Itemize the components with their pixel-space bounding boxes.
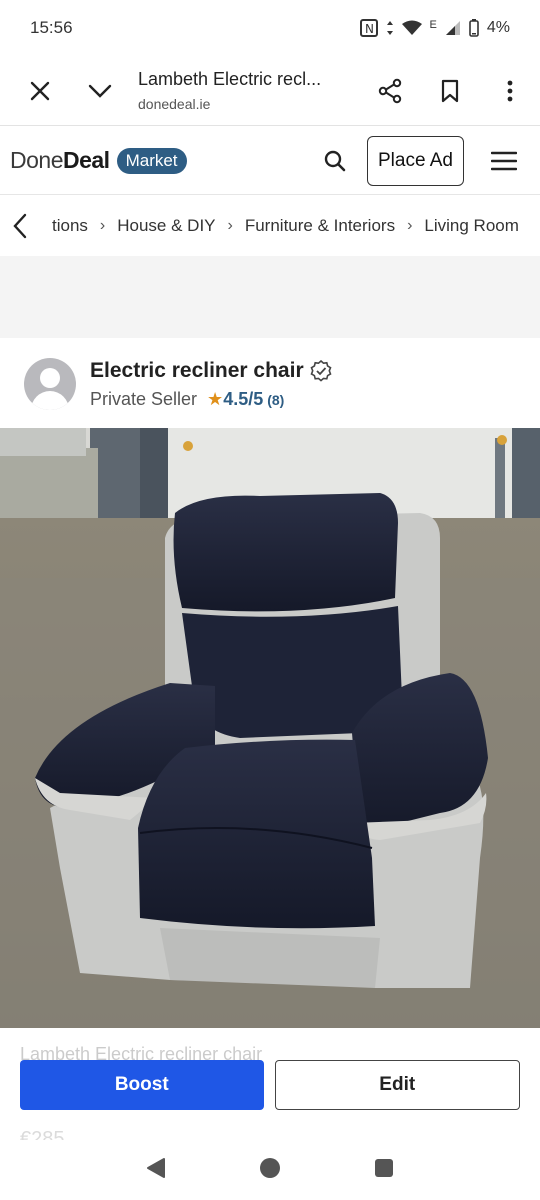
breadcrumb-item[interactable]: House & DIY xyxy=(117,216,215,236)
svg-text:N: N xyxy=(365,22,374,36)
listing-header: Electric recliner chair Private Seller ★… xyxy=(0,340,540,428)
breadcrumb-back-button[interactable] xyxy=(0,196,40,256)
breadcrumb-item[interactable]: tions xyxy=(52,216,88,236)
breadcrumb-items: tions › House & DIY › Furniture & Interi… xyxy=(40,216,519,236)
page-domain: donedeal.ie xyxy=(138,96,211,112)
chevron-right-icon: › xyxy=(407,217,413,234)
listing-photo[interactable] xyxy=(0,428,540,1028)
seller-info: Electric recliner chair Private Seller ★… xyxy=(90,359,332,410)
share-icon xyxy=(378,78,402,103)
place-ad-button[interactable]: Place Ad xyxy=(367,135,464,186)
status-bar: 15:56 N E 4% xyxy=(0,0,540,56)
battery-icon xyxy=(469,19,479,37)
home-circle-icon xyxy=(259,1157,280,1178)
edit-button[interactable]: Edit xyxy=(274,1060,520,1110)
signal-icon xyxy=(445,21,460,35)
browser-toolbar: Lambeth Electric recl... donedeal.ie xyxy=(0,56,540,126)
chevron-right-icon: › xyxy=(99,217,106,234)
chevron-left-icon xyxy=(13,213,27,239)
battery-percent: 4% xyxy=(486,19,510,36)
page-title: Lambeth Electric recl... xyxy=(138,69,322,89)
breadcrumb-item[interactable]: Living Room xyxy=(424,216,519,236)
nfc-icon: N xyxy=(359,19,378,37)
breadcrumb-item[interactable]: Furniture & Interiors xyxy=(245,216,395,236)
seller-row: Private Seller ★4.5/5 (8) xyxy=(90,389,332,410)
nav-recents-button[interactable] xyxy=(374,1158,394,1183)
nav-back-button[interactable] xyxy=(146,1157,166,1184)
network-type: E xyxy=(429,19,437,31)
more-options-button[interactable] xyxy=(480,61,540,121)
status-icons: N E 4% xyxy=(359,19,510,37)
status-time: 15:56 xyxy=(30,18,73,37)
search-button[interactable] xyxy=(311,137,359,185)
market-badge: Market xyxy=(116,147,187,174)
search-icon xyxy=(324,150,346,171)
avatar[interactable] xyxy=(24,358,76,410)
wifi-icon xyxy=(401,20,422,35)
share-button[interactable] xyxy=(360,61,420,121)
bookmark-icon xyxy=(441,79,459,102)
star-icon: ★ xyxy=(207,388,224,409)
collapse-button[interactable] xyxy=(70,61,130,121)
ad-title-row: Electric recliner chair xyxy=(90,359,332,383)
bookmark-button[interactable] xyxy=(420,61,480,121)
close-icon xyxy=(30,81,50,100)
nav-home-button[interactable] xyxy=(259,1157,281,1184)
verified-icon xyxy=(310,359,332,382)
seller-type: Private Seller xyxy=(90,388,198,409)
vibrate-icon xyxy=(386,21,393,35)
page-title-block[interactable]: Lambeth Electric recl... donedeal.ie xyxy=(130,69,360,112)
seller-rating[interactable]: ★4.5/5 (8) xyxy=(207,389,284,410)
site-header: Done Deal Market Place Ad xyxy=(0,127,540,195)
chevron-down-icon xyxy=(88,84,112,98)
close-tab-button[interactable] xyxy=(10,61,70,121)
back-triangle-icon xyxy=(147,1157,166,1178)
logo-deal: Deal xyxy=(62,147,110,173)
rating-value: 4.5/5 xyxy=(223,388,264,409)
breadcrumb: tions › House & DIY › Furniture & Interi… xyxy=(0,196,540,256)
logo-done: Done xyxy=(10,147,63,173)
donedeal-logo[interactable]: Done Deal Market xyxy=(10,147,187,174)
action-bar: Boost Edit xyxy=(20,1060,520,1110)
rating-count: (8) xyxy=(267,391,285,408)
ad-banner-area xyxy=(0,256,540,338)
menu-button[interactable] xyxy=(478,137,530,185)
hamburger-icon xyxy=(491,151,517,170)
chair-photo-image xyxy=(0,428,540,1028)
more-vert-icon xyxy=(507,80,513,101)
boost-button[interactable]: Boost xyxy=(20,1060,264,1110)
chevron-right-icon: › xyxy=(227,217,233,234)
system-nav-bar xyxy=(0,1140,540,1200)
recents-square-icon xyxy=(374,1158,393,1177)
ad-title: Electric recliner chair xyxy=(90,358,304,382)
